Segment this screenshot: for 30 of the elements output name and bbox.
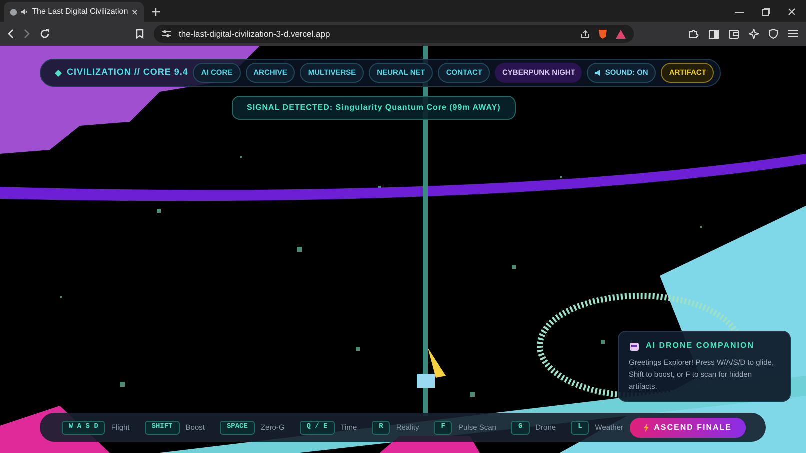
speaker-icon	[595, 70, 602, 76]
menu-icon[interactable]	[788, 30, 798, 38]
globe-icon	[10, 8, 18, 16]
drone-title: AI DRONE COMPANION	[646, 340, 755, 352]
lightning-icon	[644, 424, 650, 432]
forward-icon[interactable]	[24, 29, 30, 39]
sidebar-icon[interactable]	[709, 30, 719, 38]
restore-icon[interactable]	[762, 8, 770, 16]
url-text: the-last-digital-civilization-3-d.vercel.app	[179, 28, 332, 40]
browser-tab[interactable]: The Last Digital Civilization	[4, 2, 144, 22]
close-icon[interactable]	[132, 8, 138, 16]
ascend-finale-button[interactable]: ASCEND FINALE	[630, 418, 746, 438]
share-icon[interactable]	[581, 30, 590, 38]
bookmark-icon[interactable]	[136, 29, 144, 39]
shield-icon[interactable]	[769, 29, 778, 39]
reload-icon[interactable]	[40, 29, 50, 39]
site-settings-icon	[162, 30, 171, 38]
speaker-icon	[21, 8, 28, 16]
wallet-icon[interactable]	[729, 30, 739, 38]
brand-title: CIVILIZATION // CORE 9.4	[67, 66, 188, 80]
address-bar[interactable]: the-last-digital-civilization-3-d.vercel.app	[154, 25, 634, 43]
back-icon[interactable]	[8, 29, 14, 39]
triangle-icon[interactable]	[616, 30, 626, 38]
diamond-icon	[55, 70, 62, 76]
tab-title: The Last Digital Civilization	[32, 6, 128, 18]
sparkle-icon[interactable]	[749, 29, 759, 39]
close-window-icon[interactable]	[788, 8, 796, 16]
signal-banner: SIGNAL DETECTED: Singularity Quantum Core (99m AWAY)	[232, 96, 516, 120]
new-tab-icon[interactable]	[152, 8, 160, 16]
puzzle-icon[interactable]	[689, 29, 699, 39]
